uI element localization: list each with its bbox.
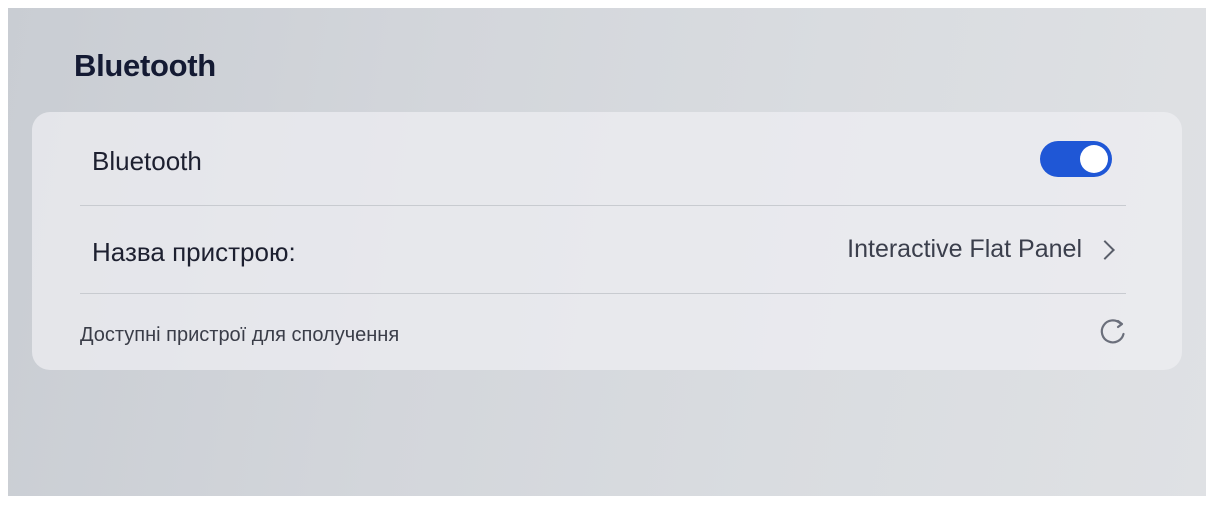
device-name-label: Назва пристрою: xyxy=(92,237,296,267)
available-devices-label: Доступні пристрої для сполучення xyxy=(80,323,400,346)
device-name-row[interactable]: Назва пристрою: Interactive Flat Panel xyxy=(80,206,1126,294)
device-name-value-group: Interactive Flat Panel xyxy=(847,235,1116,264)
bluetooth-toggle[interactable] xyxy=(1040,140,1112,177)
refresh-icon[interactable] xyxy=(1096,315,1130,349)
chevron-right-icon xyxy=(1095,239,1115,260)
device-name-value: Interactive Flat Panel xyxy=(847,235,1082,263)
settings-screen: Bluetooth Bluetooth Назва пристрою: Inte… xyxy=(8,8,1206,496)
bluetooth-row[interactable]: Bluetooth xyxy=(80,112,1126,206)
toggle-knob xyxy=(1080,144,1108,173)
available-devices-row: Доступні пристрої для сполучення xyxy=(80,294,1126,370)
bluetooth-label: Bluetooth xyxy=(92,146,202,176)
bluetooth-settings-card: Bluetooth Назва пристрою: Interactive Fl… xyxy=(32,112,1182,370)
page-title: Bluetooth xyxy=(74,48,216,83)
